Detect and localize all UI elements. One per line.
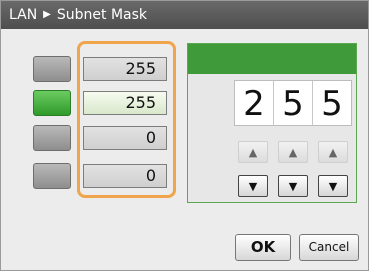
decrement-ones-button[interactable]: ▼: [318, 175, 348, 197]
cancel-button[interactable]: Cancel: [299, 234, 359, 261]
decrement-tens-button[interactable]: ▼: [278, 175, 308, 197]
triangle-right-icon: ▶: [43, 9, 51, 20]
octet-1-select-button[interactable]: [33, 56, 71, 82]
digit-hundreds[interactable]: 2: [235, 81, 274, 125]
increment-ones-button[interactable]: ▲: [318, 141, 348, 163]
increment-row: ▲ ▲ ▲: [238, 141, 348, 163]
octet-3-select-button[interactable]: [33, 125, 71, 151]
title-current: Subnet Mask: [56, 7, 148, 23]
ok-button[interactable]: OK: [235, 234, 291, 261]
subnet-mask-dialog: LAN ▶ Subnet Mask 255 255 0 0 2 5 5 ▲ ▲ …: [0, 0, 369, 271]
increment-hundreds-button[interactable]: ▲: [238, 141, 268, 163]
octet-4-select-button[interactable]: [33, 163, 71, 189]
decrement-row: ▼ ▼ ▼: [238, 175, 348, 197]
up-arrow-icon: ▲: [248, 145, 258, 159]
increment-tens-button[interactable]: ▲: [278, 141, 308, 163]
octet-highlight-frame: [77, 41, 176, 198]
panel-header: [188, 44, 356, 74]
decrement-hundreds-button[interactable]: ▼: [238, 175, 268, 197]
digit-tens[interactable]: 5: [274, 81, 313, 125]
down-arrow-icon: ▼: [288, 179, 298, 193]
title-bar: LAN ▶ Subnet Mask: [1, 1, 368, 29]
up-arrow-icon: ▲: [288, 145, 298, 159]
down-arrow-icon: ▼: [248, 179, 258, 193]
down-arrow-icon: ▼: [328, 179, 338, 193]
up-arrow-icon: ▲: [328, 145, 338, 159]
octet-2-select-button[interactable]: [33, 90, 71, 116]
digit-ones[interactable]: 5: [313, 81, 351, 125]
title-parent: LAN: [9, 7, 38, 23]
digit-display: 2 5 5: [234, 80, 352, 126]
digit-editor-panel: 2 5 5 ▲ ▲ ▲ ▼ ▼ ▼: [187, 43, 357, 203]
